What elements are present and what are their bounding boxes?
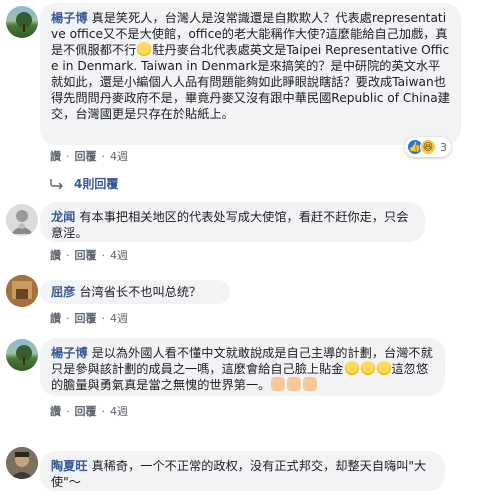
comment-author[interactable]: 楊子博 [51, 346, 88, 360]
rofl-emoji-icon [360, 361, 375, 375]
photo-icon [6, 275, 38, 307]
comment-text: 真稀奇，一个不正常的政权，没有正式邦交，却整天自嗨叫"大使"～ [51, 459, 427, 489]
separator-dot: · [101, 311, 106, 325]
timestamp[interactable]: 4週 [110, 148, 128, 164]
comment-actions: 讚 · 回覆 · 4週 [50, 148, 128, 164]
comment-author[interactable]: 龙闻 [51, 210, 75, 224]
reaction-count: 3 [440, 140, 447, 154]
view-replies-link[interactable]: 4則回覆 [50, 175, 118, 192]
rofl-emoji-icon [376, 361, 391, 375]
reply-button[interactable]: 回覆 [75, 247, 97, 263]
comment-bubble: 屈彦 台湾省长不也叫总统？ [40, 280, 230, 304]
separator-dot: · [66, 404, 70, 418]
comment-bubble: 楊子博 真是笑死人，台灣人是沒常識還是自欺欺人？代表處representative… [40, 3, 461, 145]
avatar[interactable] [6, 204, 38, 236]
replies-count-label[interactable]: 4則回覆 [74, 175, 118, 192]
separator-dot: · [66, 311, 70, 325]
avatar[interactable] [6, 447, 38, 479]
like-button[interactable]: 讚 [50, 310, 61, 326]
reaction-summary[interactable]: 👍 😆 3 [405, 137, 451, 157]
comment-bubble: 陶夏旺 真稀奇，一个不正常的政权，没有正式邦交，却整天自嗨叫"大使"～ [40, 451, 445, 491]
haha-reaction-icon: 😆 [420, 139, 436, 155]
reply-button[interactable]: 回覆 [75, 403, 97, 419]
avatar[interactable] [6, 275, 38, 307]
comment-actions: 讚 · 回覆 · 4週 [50, 247, 128, 263]
thumbs-up-emoji-icon [271, 377, 286, 391]
comment-author[interactable]: 楊子博 [51, 11, 88, 25]
comment-text: 是以為外國人看不懂中文就敢說成是自己主導的計劃，台灣不就只是參與該計劃的成員之一… [51, 346, 433, 376]
separator-dot: · [66, 149, 70, 163]
reply-button[interactable]: 回覆 [75, 310, 97, 326]
separator-dot: · [66, 248, 70, 262]
comment-bubble: 龙闻 有本事把相关地区的代表处写成大使馆，看赶不赶你走，只会意淫。 [40, 202, 425, 242]
rofl-emoji-icon [344, 361, 359, 375]
portrait-icon [6, 204, 38, 236]
comment-text: 有本事把相关地区的代表处写成大使馆，看赶不赶你走，只会意淫。 [51, 210, 409, 240]
like-button[interactable]: 讚 [50, 148, 61, 164]
separator-dot: · [101, 404, 106, 418]
tree-icon [16, 345, 32, 365]
comment-text: 台湾省长不也叫总统？ [79, 285, 202, 299]
comment-actions: 讚 · 回覆 · 4週 [50, 310, 128, 326]
timestamp[interactable]: 4週 [110, 403, 128, 419]
rofl-emoji-icon [137, 42, 152, 56]
comment-author[interactable]: 屈彦 [51, 285, 75, 299]
reply-button[interactable]: 回覆 [75, 148, 97, 164]
separator-dot: · [101, 149, 106, 163]
comment-author[interactable]: 陶夏旺 [51, 459, 88, 473]
comment-actions: 讚 · 回覆 · 4週 [50, 403, 128, 419]
comment-bubble: 楊子博 是以為外國人看不懂中文就敢說成是自己主導的計劃，台灣不就只是參與該計劃的成… [40, 338, 445, 396]
thumbs-up-emoji-icon [287, 377, 302, 391]
like-button[interactable]: 讚 [50, 403, 61, 419]
reply-arrow-icon [50, 178, 63, 189]
separator-dot: · [101, 248, 106, 262]
avatar[interactable] [6, 339, 38, 371]
timestamp[interactable]: 4週 [110, 247, 128, 263]
thumbs-up-emoji-icon [303, 377, 318, 391]
timestamp[interactable]: 4週 [110, 310, 128, 326]
like-button[interactable]: 讚 [50, 247, 61, 263]
tree-icon [16, 12, 32, 32]
person-photo-icon [6, 447, 38, 479]
avatar[interactable] [6, 6, 38, 38]
